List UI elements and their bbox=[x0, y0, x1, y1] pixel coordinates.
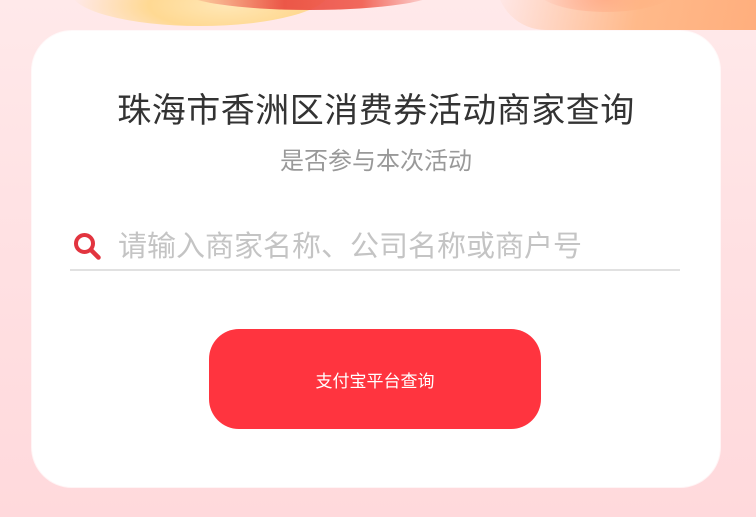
search-card: 珠海市香洲区消费券活动商家查询 是否参与本次活动 支付宝平台查询 bbox=[32, 31, 720, 487]
alipay-query-button-label: 支付宝平台查询 bbox=[315, 371, 435, 392]
search-icon bbox=[74, 233, 101, 260]
alipay-query-button[interactable]: 支付宝平台查询 bbox=[209, 329, 541, 429]
page-subtitle: 是否参与本次活动 bbox=[280, 147, 472, 175]
search-bar bbox=[70, 223, 680, 271]
page-title: 珠海市香洲区消费券活动商家查询 bbox=[117, 91, 635, 131]
search-input[interactable] bbox=[118, 229, 658, 263]
orange-ribbon-decoration bbox=[496, 0, 756, 30]
